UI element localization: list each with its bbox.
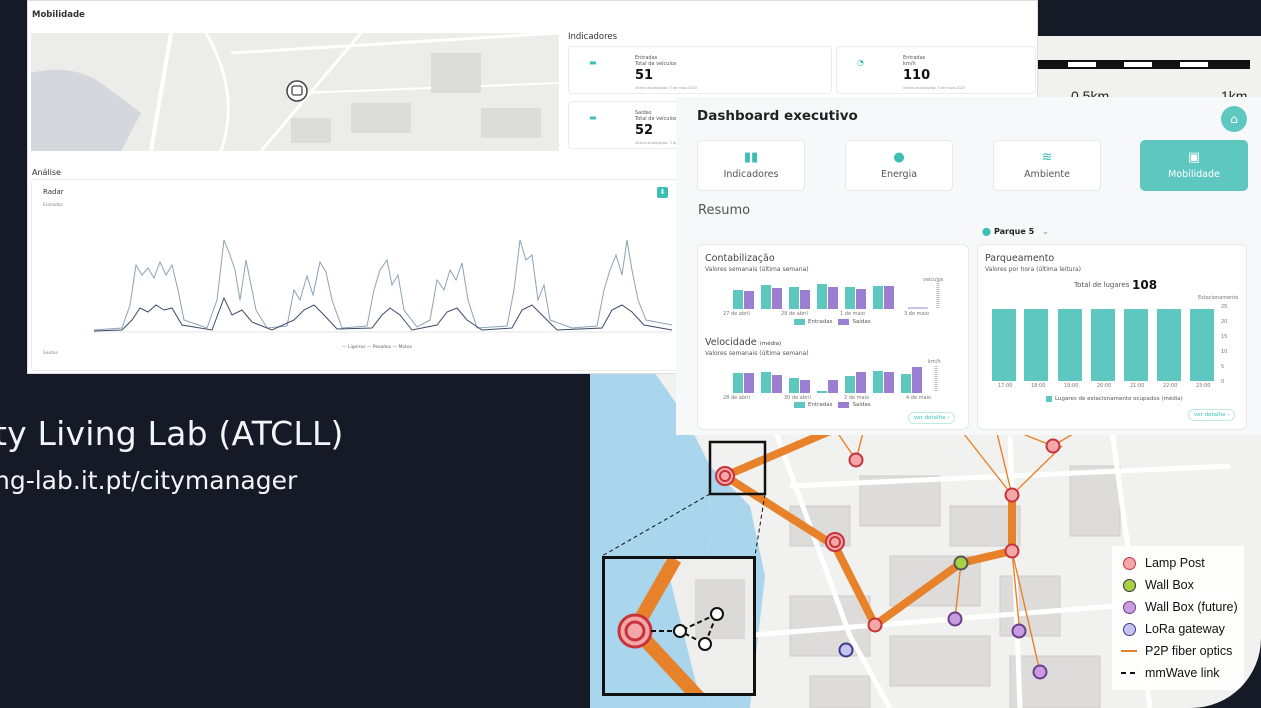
lora-gateway-marker-icon — [1122, 622, 1136, 636]
kpi-saidas-value: 52 — [635, 123, 654, 138]
dashboard-executivo: Dashboard executivo ⌂ ▮▮ Indicadores ● E… — [676, 97, 1261, 435]
car-icon: ▬ — [589, 113, 597, 122]
tab-mobilidade[interactable]: ▣ Mobilidade — [1140, 140, 1248, 191]
legend-item-lamp-post: Lamp Post — [1120, 552, 1238, 574]
tab-indicadores[interactable]: ▮▮ Indicadores — [697, 140, 805, 191]
parqueamento-card: Parqueamento Valores por hora (última le… — [977, 244, 1247, 430]
mmwave-dash-icon — [1121, 672, 1135, 674]
kpi-entradas-card: ▬ Entradas Total de veículos 51 última at… — [568, 46, 832, 94]
velocidade-detail-link[interactable]: ver detalhe › — [908, 412, 956, 424]
parqueamento-legend: Lugares de estacionamento ocupados (médi… — [1040, 396, 1183, 402]
velocidade-subtitle: Valores semanais (última semana) — [705, 350, 809, 357]
kpi-speed-value: 110 — [903, 68, 931, 83]
dashboard-title: Dashboard executivo — [697, 108, 858, 124]
slide-title: ty Living Lab (ATCLL) — [0, 414, 344, 453]
contabilizacao-card: Contabilização Valores semanais (última … — [697, 244, 969, 430]
indicadores-title: Indicadores — [568, 32, 618, 42]
legend-item-wall-box-future: Wall Box (future) — [1120, 596, 1238, 618]
legend-item-wall-box: Wall Box — [1120, 574, 1238, 596]
kpi-entradas-value: 51 — [635, 68, 654, 83]
car-icon: ▬ — [589, 58, 597, 67]
resumo-heading: Resumo — [698, 203, 751, 218]
parqueamento-title: Parqueamento — [985, 253, 1055, 264]
total-lugares-label: Total de lugares — [1074, 281, 1130, 289]
velocidade-legend: Entradas Saídas — [788, 402, 871, 408]
slide-url: ng-lab.it.pt/citymanager — [0, 466, 298, 495]
wall-box-future-marker-icon — [1122, 600, 1136, 614]
kpi-speed-card: ◔ Entradas km/h 110 última atualização: 3… — [836, 46, 1036, 94]
map-car-marker-icon[interactable] — [287, 81, 307, 101]
parqueamento-subtitle: Valores por hora (última leitura) — [985, 266, 1082, 273]
parqueamento-detail-link[interactable]: ver detalhe › — [1188, 409, 1236, 421]
home-icon[interactable]: ⌂ — [1221, 106, 1247, 132]
legend-item-p2p-fiber: P2P fiber optics — [1120, 640, 1238, 662]
chevron-down-icon: ⌄ — [1042, 227, 1049, 236]
wall-box-marker-icon — [1122, 578, 1136, 592]
legend-item-mmwave: mmWave link — [1120, 662, 1238, 684]
contabilizacao-legend: Entradas Saídas — [788, 319, 871, 325]
mobilidade-map[interactable] — [31, 33, 559, 151]
speedometer-icon: ◔ — [857, 58, 864, 67]
location-pin-icon: ⬤ — [982, 227, 991, 236]
network-inset — [602, 556, 756, 696]
analise-title: Análise — [32, 168, 61, 177]
parque-selector[interactable]: ⬤ Parque 5 ⌄ — [982, 227, 1049, 236]
lightbulb-icon: ● — [893, 150, 905, 165]
mobilidade-title: Mobilidade — [32, 10, 85, 20]
car-icon: ▣ — [1187, 150, 1201, 165]
contabilizacao-title: Contabilização — [705, 253, 775, 264]
tab-ambiente[interactable]: ≋ Ambiente — [993, 140, 1101, 191]
map-legend: Lamp Post Wall Box Wall Box (future) LoR… — [1112, 546, 1244, 690]
velocidade-title: Velocidade (média) — [705, 337, 782, 348]
bar-chart-icon: ▮▮ — [743, 150, 759, 165]
lamp-post-marker-icon — [1122, 556, 1136, 570]
saidas-label: Saídas — [43, 351, 58, 356]
parqueamento-bars — [992, 309, 1214, 381]
wind-icon: ≋ — [1041, 150, 1053, 165]
radar-legend: — Ligeiros — Pesados — Motos — [342, 345, 413, 350]
parqueamento-y-title: Estacionamento — [1198, 295, 1239, 301]
legend-item-lora-gateway: LoRa gateway — [1120, 618, 1238, 640]
tab-energia[interactable]: ● Energia — [845, 140, 953, 191]
fiber-line-icon — [1121, 650, 1137, 652]
total-lugares-value: 108 — [1132, 278, 1158, 292]
contabilizacao-subtitle: Valores semanais (última semana) — [705, 266, 809, 273]
